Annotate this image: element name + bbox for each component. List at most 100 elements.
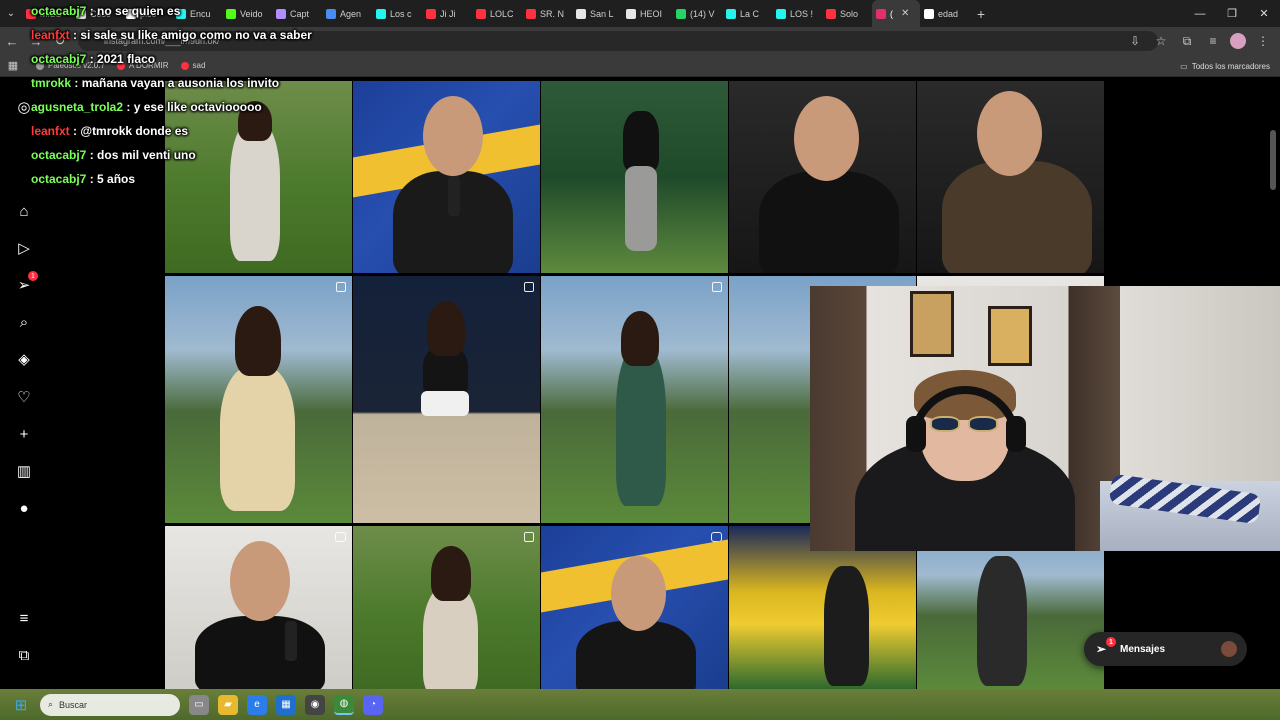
chat-username: agusneta_trola2	[31, 100, 124, 114]
browser-tab[interactable]: San L	[572, 0, 622, 27]
tab-label: Capt	[290, 8, 310, 19]
chrome-icon[interactable]: ◍	[334, 694, 354, 715]
post-thumbnail[interactable]	[541, 276, 728, 523]
edge-icon[interactable]: e	[247, 694, 267, 715]
profile-avatar-icon[interactable]: ●	[14, 498, 34, 518]
browser-tab[interactable]: Los c	[372, 0, 422, 27]
browser-tab[interactable]: LOLC	[472, 0, 522, 27]
dashboard-icon[interactable]: ▥	[14, 461, 34, 481]
tab-favicon-icon	[526, 8, 536, 19]
post-figure	[977, 556, 1027, 686]
extensions-icon[interactable]: ⧉	[1178, 32, 1196, 50]
post-figure-head	[977, 91, 1042, 176]
browser-tab[interactable]: HEOI	[622, 0, 672, 27]
sunglasses-lens	[968, 416, 998, 432]
bookmark-label: sad	[192, 61, 206, 70]
browser-tab[interactable]: (14) V	[672, 0, 722, 27]
browser-tab[interactable]: LOS !	[772, 0, 822, 27]
chat-text: : @tmrokk donde es	[73, 124, 189, 138]
media-icon[interactable]: ≡	[1204, 32, 1222, 50]
search-icon[interactable]: ⌕	[14, 312, 34, 332]
bookmark-item[interactable]: sad	[180, 61, 206, 70]
browser-tab[interactable]: Capt	[272, 0, 322, 27]
bookmark-star-icon[interactable]: ☆	[1152, 32, 1170, 50]
apps-grid-icon[interactable]: ▦	[0, 59, 26, 72]
screen: ⌄ MILO Cosc pico Encu Veido Capt Agen Los c Ji J…	[0, 0, 1280, 720]
browser-tab[interactable]: Veido	[222, 0, 272, 27]
tab-favicon-icon	[626, 8, 636, 19]
post-thumbnail[interactable]	[353, 276, 540, 523]
post-thumbnail[interactable]	[917, 81, 1104, 273]
browser-tab[interactable]: Agen	[322, 0, 372, 27]
tab-favicon-icon	[226, 8, 236, 19]
post-figure	[195, 616, 325, 689]
tab-favicon-icon	[676, 8, 686, 19]
tab-label: (	[890, 8, 893, 19]
browser-tab[interactable]: La C	[722, 0, 772, 27]
post-thumbnail[interactable]	[353, 81, 540, 273]
chat-message: octacabj7 : 5 años	[31, 172, 135, 186]
chat-text: : 5 años	[89, 172, 136, 186]
messages-icon[interactable]: ➢ 1	[14, 271, 38, 295]
obs-icon[interactable]: ◉	[305, 694, 325, 715]
window-controls: — ❐ ✕	[1184, 0, 1280, 27]
post-figure	[759, 171, 899, 273]
post-thumbnail[interactable]	[541, 526, 728, 689]
post-thumbnail[interactable]	[729, 81, 916, 273]
browser-tab[interactable]: Solo	[822, 0, 872, 27]
microphone	[285, 621, 297, 661]
browser-tab[interactable]: Ji Ji	[422, 0, 472, 27]
reels-icon[interactable]: ▷	[14, 238, 34, 258]
messages-pill-button[interactable]: ➢ 1 Mensajes	[1084, 632, 1247, 666]
install-app-icon[interactable]: ⇩	[1126, 32, 1144, 50]
task-view-icon[interactable]: ▭	[189, 694, 209, 715]
discord-icon[interactable]: ◔	[363, 694, 383, 715]
all-bookmarks-button[interactable]: ▭ Todos los marcadores	[1180, 55, 1270, 77]
post-figure-head	[230, 541, 290, 621]
tab-label: (14) V	[690, 8, 715, 19]
chat-message: octacabj7 : 2021 flaco	[31, 52, 155, 66]
close-tab-icon[interactable]: ✕	[901, 8, 909, 19]
messages-pill-label: Mensajes	[1120, 643, 1166, 655]
post-figure	[220, 366, 295, 511]
profile-avatar[interactable]	[1230, 33, 1246, 49]
back-arrow-icon[interactable]: ←	[0, 27, 24, 55]
minimize-icon[interactable]: —	[1184, 0, 1216, 27]
post-thumbnail[interactable]	[165, 526, 352, 689]
notifications-heart-icon[interactable]: ♡	[14, 387, 34, 407]
post-figure-legs	[625, 166, 657, 251]
tab-favicon-icon	[326, 8, 336, 19]
explore-icon[interactable]: ◈	[14, 349, 34, 369]
more-menu-icon[interactable]: ≡	[14, 608, 34, 628]
post-figure	[616, 346, 666, 506]
menu-kebab-icon[interactable]: ⋮	[1254, 32, 1272, 50]
tab-favicon-icon	[476, 8, 486, 19]
maximize-icon[interactable]: ❐	[1216, 0, 1248, 27]
create-plus-icon[interactable]: +	[14, 424, 34, 444]
post-thumbnail[interactable]	[541, 81, 728, 273]
windows-start-icon[interactable]: ⊞	[10, 694, 32, 716]
page-scrollbar-thumb[interactable]	[1270, 130, 1276, 190]
browser-tab[interactable]: edad	[920, 0, 970, 27]
file-explorer-icon[interactable]: ▰	[218, 694, 238, 715]
taskbar-search-box[interactable]: ⌕ Buscar	[40, 693, 180, 716]
chat-message: agusneta_trola2 : y ese like octaviooooo	[31, 100, 262, 114]
post-figure-skirt	[421, 391, 469, 416]
tab-label: edad	[938, 8, 959, 19]
close-window-icon[interactable]: ✕	[1248, 0, 1280, 27]
post-thumbnail[interactable]	[353, 526, 540, 689]
new-tab-button[interactable]: +	[970, 6, 992, 22]
chat-message: octacabj7 : dos mil venti uno	[31, 148, 196, 162]
browser-tab[interactable]: (✕	[872, 0, 920, 27]
tab-search-icon[interactable]: ⌄	[0, 0, 22, 27]
post-figure	[576, 621, 696, 689]
post-figure-head	[794, 96, 859, 181]
browser-tab[interactable]: SR. N	[522, 0, 572, 27]
store-icon[interactable]: ▦	[276, 694, 296, 715]
threads-apps-icon[interactable]: ⧉	[14, 645, 34, 665]
home-icon[interactable]: ⌂	[14, 201, 34, 221]
tab-label: Agen	[340, 8, 362, 19]
post-figure-hair	[235, 306, 281, 376]
search-magnifier-icon: ⌕	[48, 699, 54, 709]
post-thumbnail[interactable]	[165, 276, 352, 523]
